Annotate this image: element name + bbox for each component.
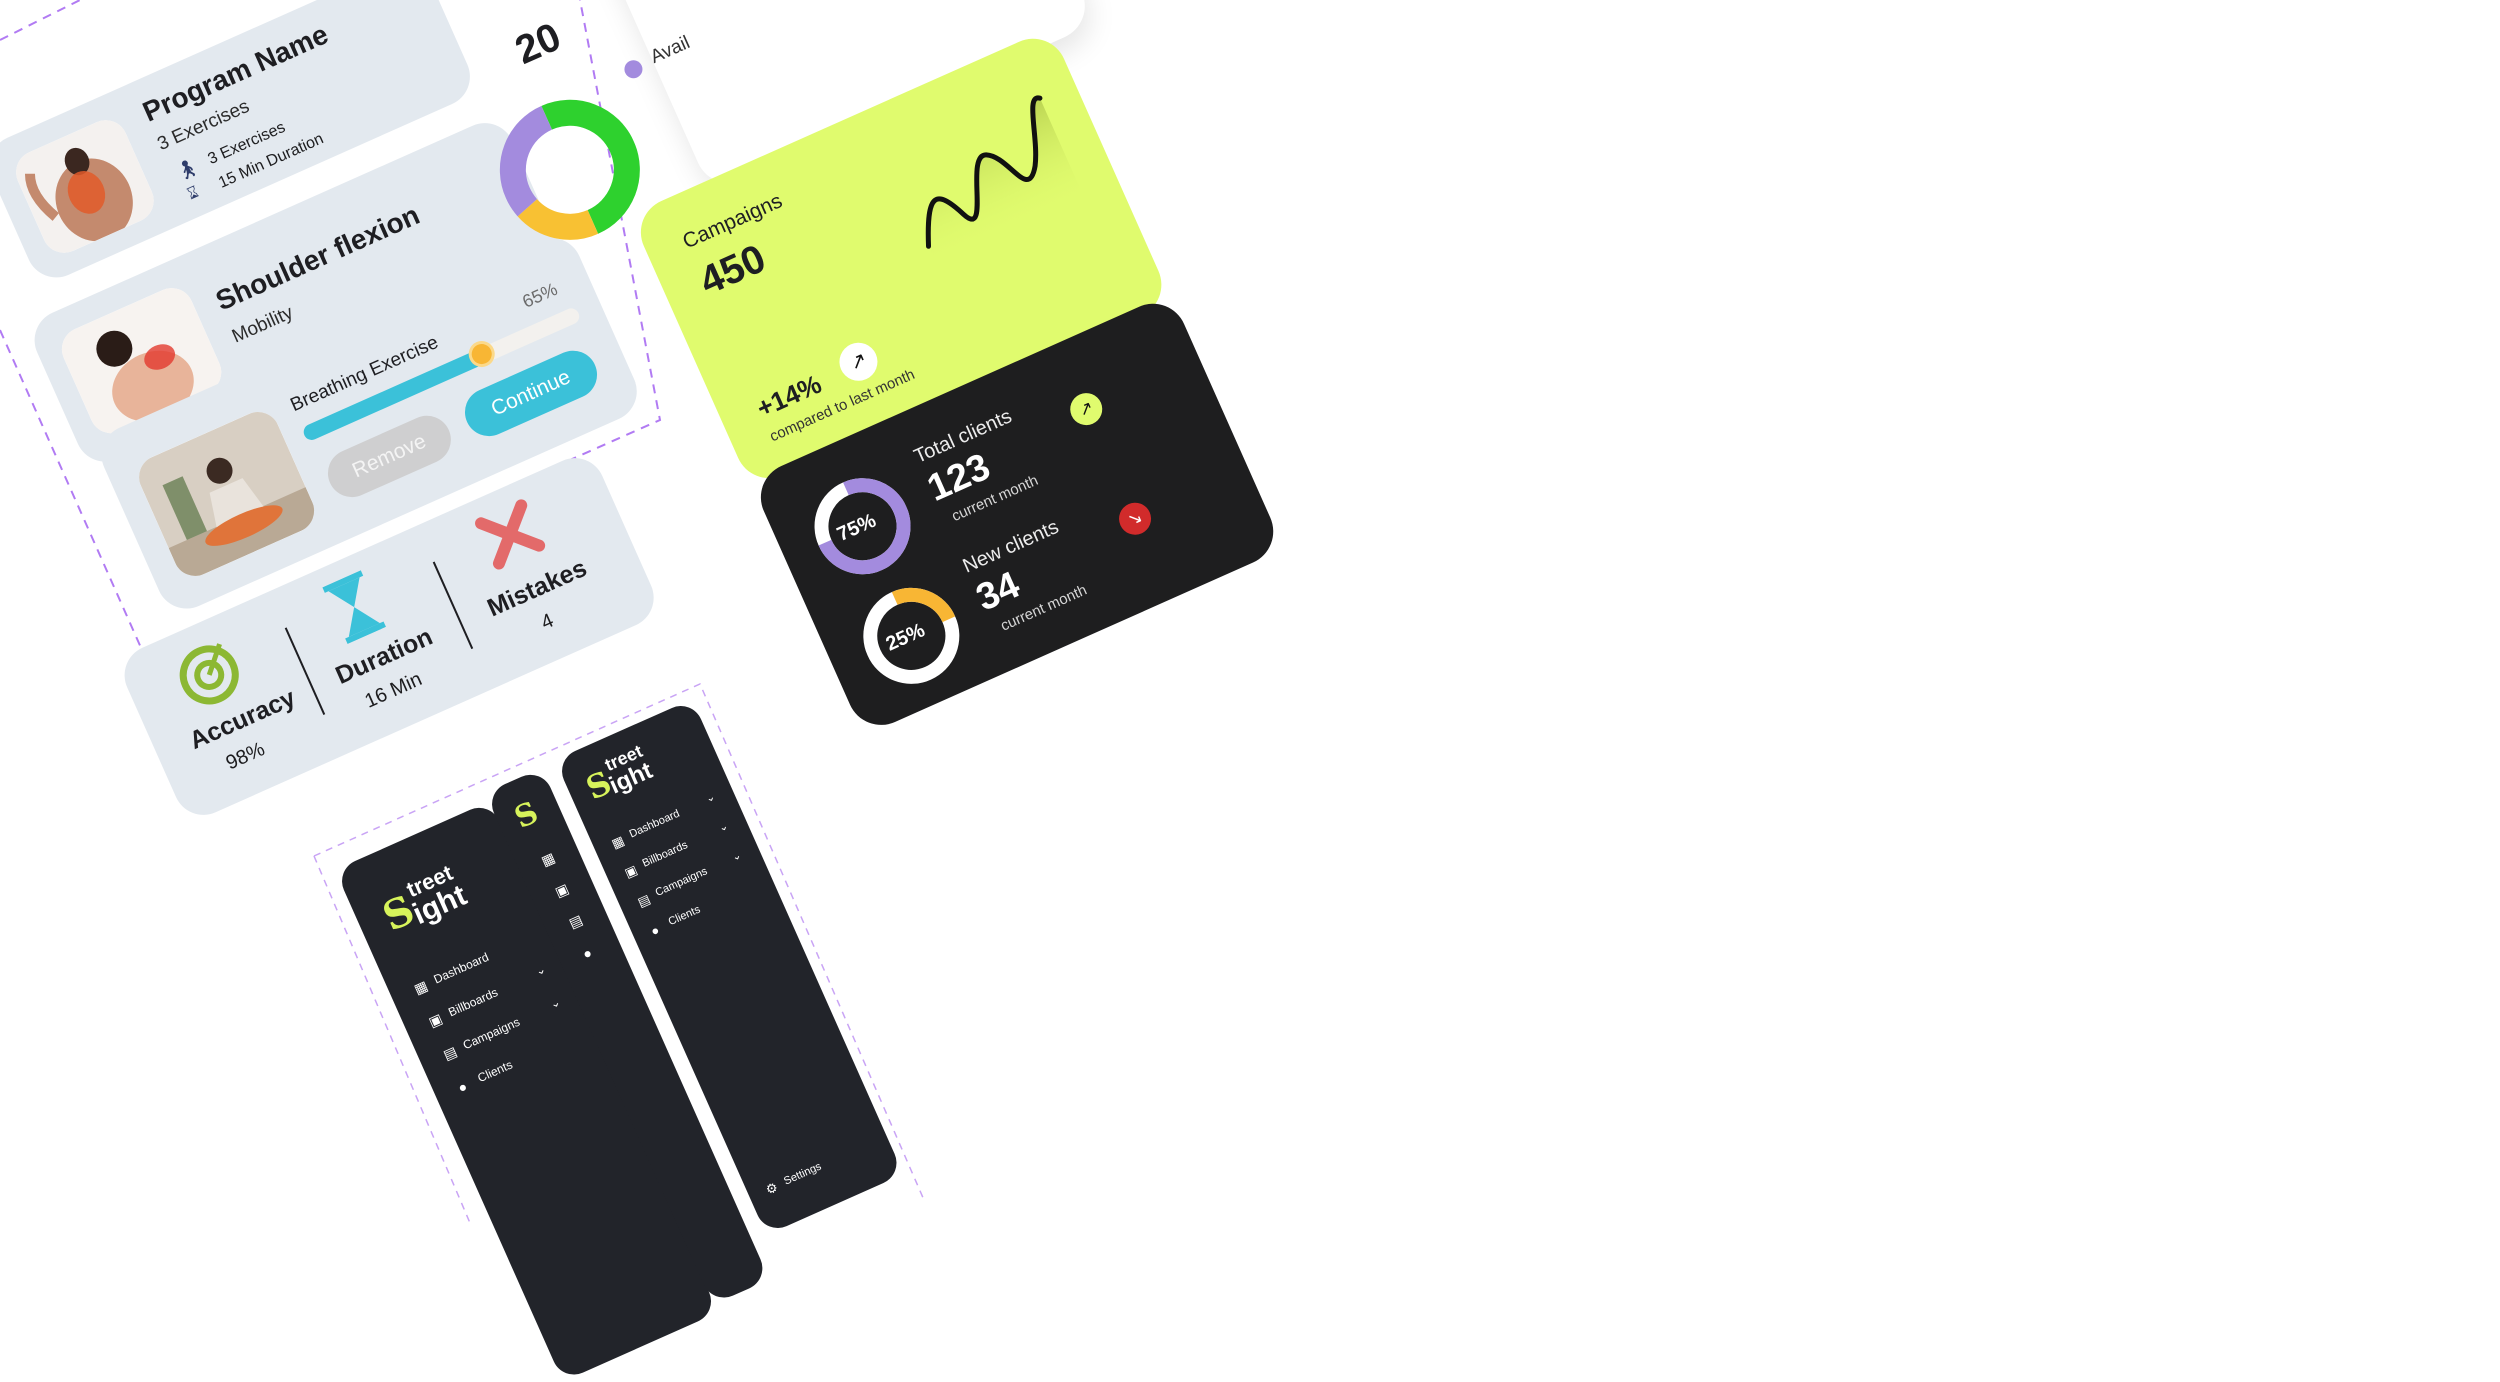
logo-mark: S bbox=[509, 795, 544, 836]
progress-percent: 65% bbox=[519, 278, 561, 312]
clients-icon: ● bbox=[648, 922, 662, 940]
sidebar-item-label: Campaigns bbox=[460, 1014, 522, 1053]
billboard-icon: ▣ bbox=[622, 861, 640, 881]
sidebar-item-label: Dashboard bbox=[431, 949, 491, 987]
progress-thumbnail bbox=[132, 404, 322, 583]
campaign-icon[interactable]: ▤ bbox=[566, 911, 585, 932]
mistakes-value: 4 bbox=[537, 609, 557, 635]
availability-legend-label: Avail bbox=[647, 32, 694, 68]
new-trend-down-icon: ↘ bbox=[1113, 497, 1157, 540]
sidebar-item-label: Settings bbox=[782, 1160, 824, 1188]
divider-2 bbox=[432, 561, 474, 650]
chevron-down-icon: ⌄ bbox=[716, 819, 731, 835]
sidebar-item-label: Clients bbox=[475, 1057, 515, 1086]
sidebar-item-label: Billboards bbox=[446, 985, 501, 1020]
clients-icon: ● bbox=[455, 1077, 470, 1096]
program-thumbnail bbox=[9, 113, 161, 260]
campaign-icon: ▤ bbox=[635, 891, 653, 910]
gear-icon: ⚙ bbox=[763, 1179, 781, 1198]
mockup-group-left bbox=[0, 0, 662, 652]
billboard-icon: ▣ bbox=[426, 1010, 445, 1031]
chevron-down-icon: ⌄ bbox=[703, 790, 718, 806]
dashboard-icon: ▦ bbox=[609, 832, 627, 852]
meditation-image bbox=[132, 404, 322, 583]
chevron-down-icon: ⌄ bbox=[547, 994, 563, 1012]
close-x-icon bbox=[468, 492, 555, 581]
trend-up-icon: ↗ bbox=[833, 336, 884, 387]
hourglass-icon bbox=[319, 569, 392, 651]
billboard-icon[interactable]: ▣ bbox=[552, 880, 571, 901]
sidebar-item-label: Dashboard bbox=[627, 807, 682, 841]
clients-icon[interactable]: ● bbox=[580, 944, 594, 962]
back-muscles-image bbox=[9, 113, 161, 260]
campaigns-sparkline bbox=[925, 95, 1085, 265]
dashboard-icon[interactable]: ▦ bbox=[539, 849, 558, 870]
dashboard-icon: ▦ bbox=[411, 977, 431, 998]
campaign-icon: ▤ bbox=[440, 1043, 460, 1064]
total-trend-up-icon: ↗ bbox=[1065, 387, 1108, 431]
sidebar-item-label: Billboards bbox=[640, 839, 690, 870]
hourglass-small-icon: ⌛︎ bbox=[185, 183, 202, 204]
chevron-down-icon: ⌄ bbox=[533, 961, 548, 979]
walking-icon: 🚶︎ bbox=[172, 155, 202, 184]
chevron-down-icon: ⌄ bbox=[729, 849, 744, 864]
sidebar-item-label: Clients bbox=[666, 903, 703, 929]
accuracy-value: 98% bbox=[222, 738, 269, 775]
